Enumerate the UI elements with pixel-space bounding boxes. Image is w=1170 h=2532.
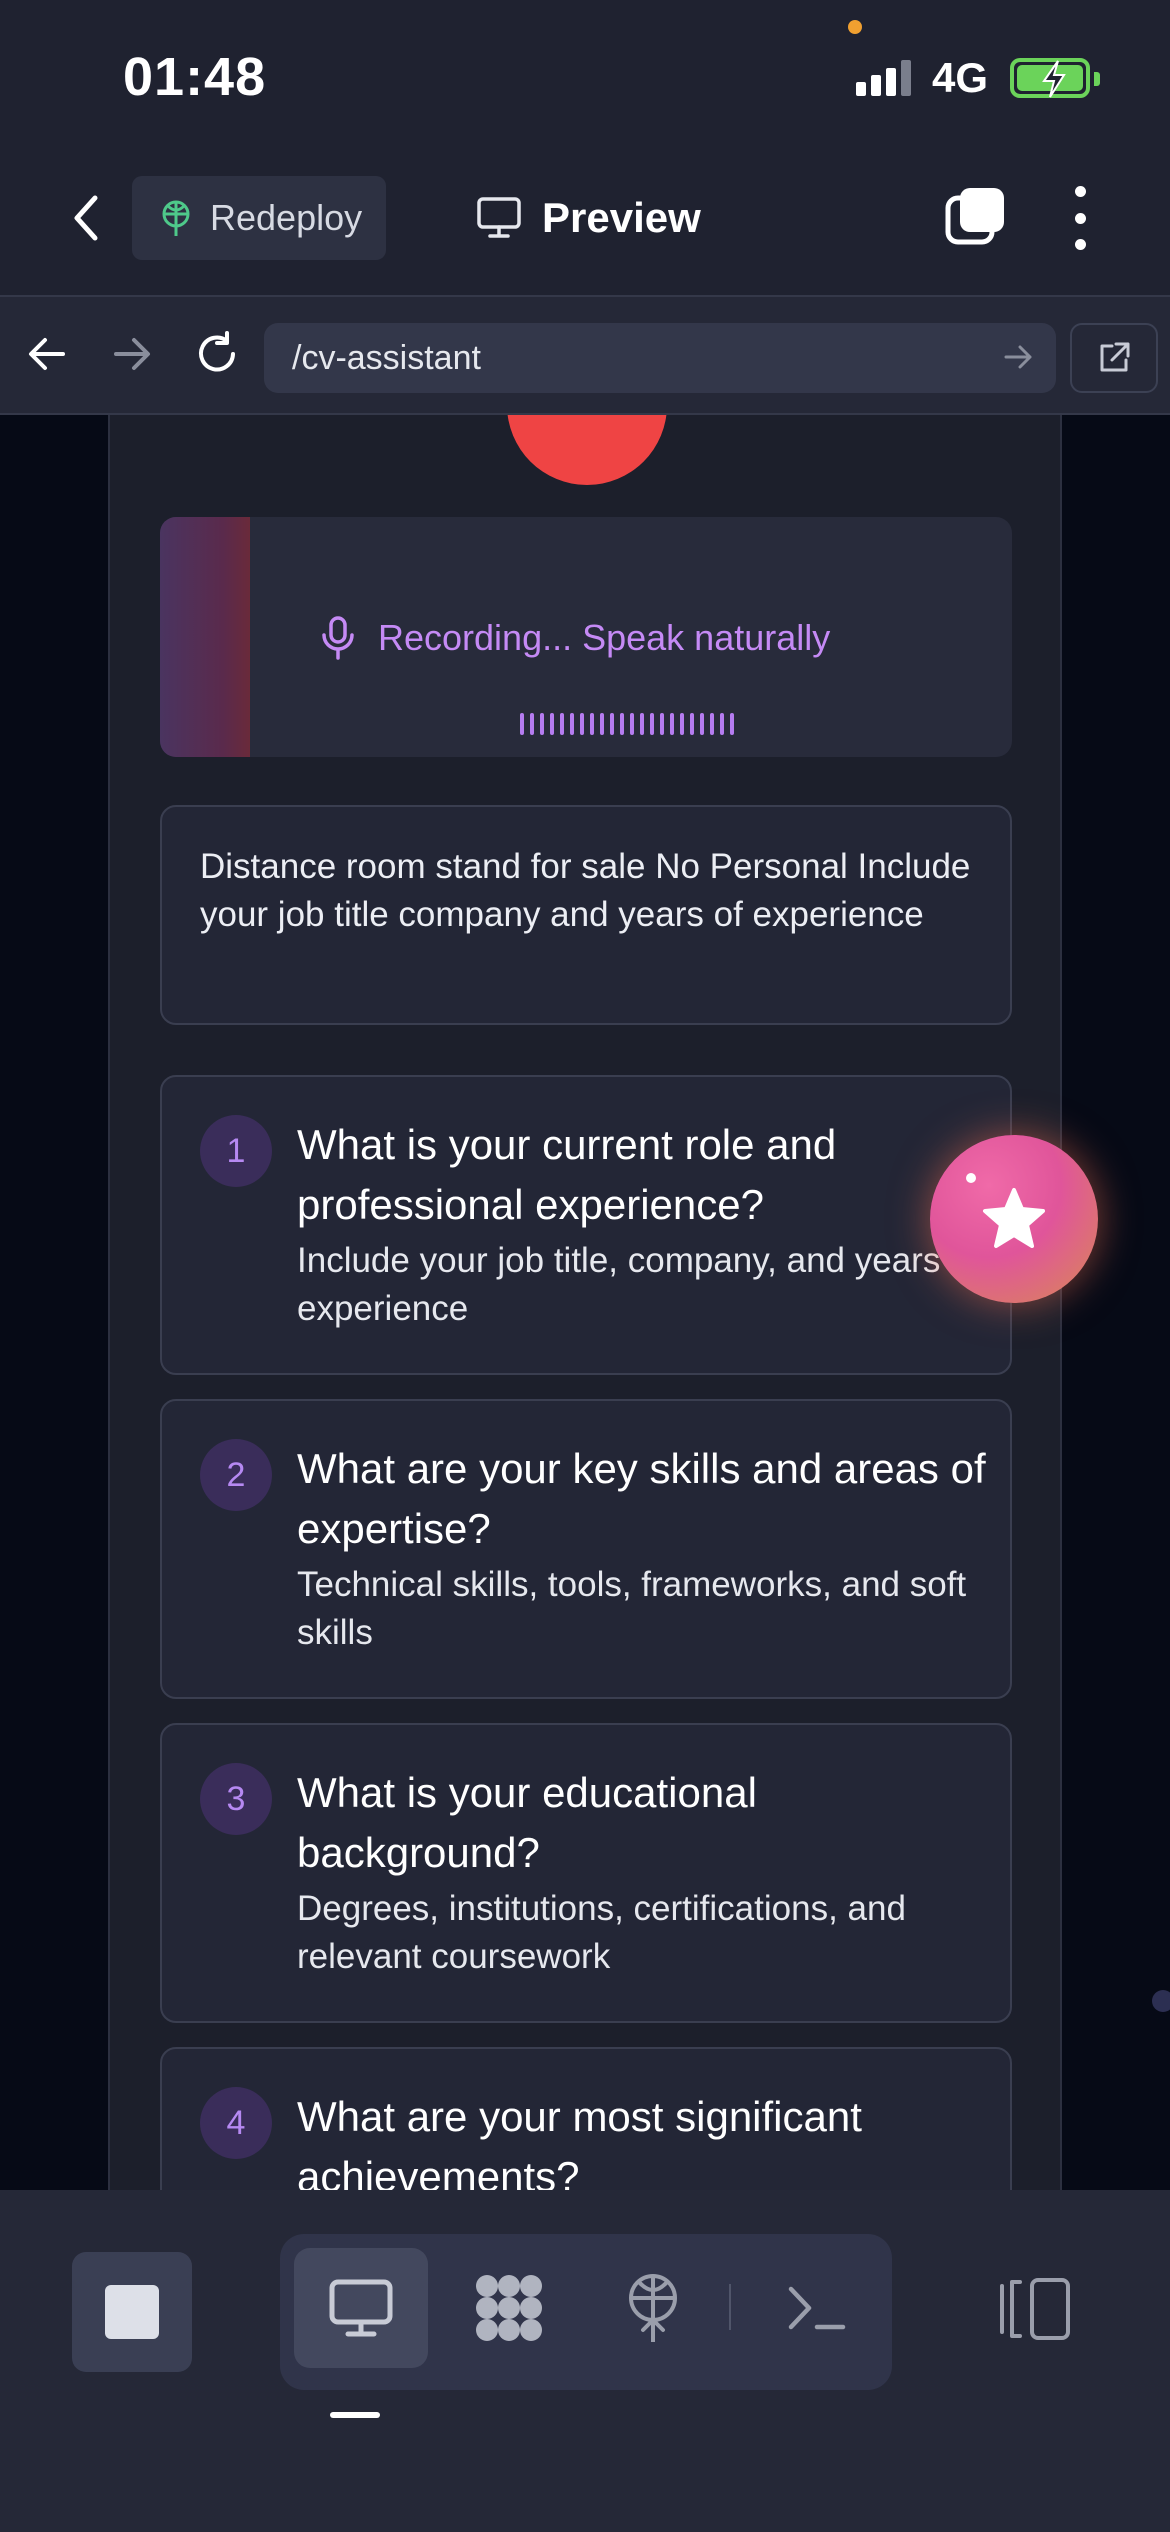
question-title: What are your key skills and areas of ex… xyxy=(297,1445,986,1552)
url-bar[interactable]: /cv-assistant xyxy=(264,323,1056,393)
web-viewport: Recording... Speak naturally Distance ro… xyxy=(0,415,1170,2190)
recording-status: Recording... Speak naturally xyxy=(320,613,830,663)
browser-bar: /cv-assistant xyxy=(0,295,1170,415)
bottom-toolbar xyxy=(0,2190,1170,2532)
question-description: Degrees, institutions, certifications, a… xyxy=(297,1889,906,1976)
preview-frame: Recording... Speak naturally Distance ro… xyxy=(108,415,1062,2190)
question-number: 4 xyxy=(200,2087,272,2159)
arrow-right-icon xyxy=(114,338,150,370)
network-type: 4G xyxy=(932,54,989,101)
question-description: Technical skills, tools, frameworks, and… xyxy=(297,1565,967,1652)
question-card[interactable]: 3 What is your educational background? D… xyxy=(160,1723,1012,2023)
open-external-button[interactable] xyxy=(1070,323,1158,393)
question-card[interactable]: 2 What are your key skills and areas of … xyxy=(160,1399,1012,1699)
transcript-text: Distance room stand for sale No Personal… xyxy=(200,847,971,934)
arrow-left-icon xyxy=(29,338,65,370)
reload-icon xyxy=(199,331,235,372)
redeploy-label: Redeploy xyxy=(210,197,363,238)
grid-dots-icon xyxy=(476,2275,542,2341)
deploy-globe-icon xyxy=(629,2274,677,2342)
stop-button[interactable] xyxy=(72,2252,192,2372)
go-arrow-icon[interactable] xyxy=(1002,340,1036,374)
side-panel-icon xyxy=(1000,2278,1070,2340)
browser-back-button[interactable] xyxy=(20,327,74,381)
chevron-left-icon xyxy=(74,195,98,241)
microphone-icon xyxy=(322,616,354,660)
more-vertical-icon xyxy=(1074,186,1086,197)
recording-card: Recording... Speak naturally xyxy=(160,517,1012,757)
question-card[interactable]: 4 What are your most significant achieve… xyxy=(160,2047,1012,2190)
deploy-globe-icon xyxy=(162,200,190,236)
stop-icon xyxy=(105,2285,159,2339)
preview-label: Preview xyxy=(542,194,701,241)
terminal-icon xyxy=(788,2286,846,2330)
cellular-signal-icon xyxy=(856,60,914,96)
deploy-tab[interactable] xyxy=(586,2248,720,2368)
toolbar-divider xyxy=(729,2284,731,2330)
question-number: 2 xyxy=(200,1439,272,1511)
question-number: 3 xyxy=(200,1763,272,1835)
active-tab-indicator xyxy=(330,2412,380,2418)
browser-forward-button[interactable] xyxy=(105,327,159,381)
transcript-card: Distance room stand for sale No Personal… xyxy=(160,805,1012,1025)
desktop-preview-tab[interactable] xyxy=(294,2248,428,2368)
external-link-icon xyxy=(1100,342,1130,372)
question-title: What is your educational background? xyxy=(297,1769,757,1876)
terminal-tab[interactable] xyxy=(750,2248,884,2368)
scroll-handle[interactable] xyxy=(1152,1990,1170,2012)
tabs-button[interactable] xyxy=(944,186,1006,248)
battery-charging-icon xyxy=(1010,58,1100,98)
audio-waveform xyxy=(520,713,734,735)
tabs-icon xyxy=(945,188,1004,245)
app-header: Redeploy Preview xyxy=(0,150,1170,295)
question-card[interactable]: 1 What is your current role and professi… xyxy=(160,1075,1012,1375)
record-stop-button[interactable] xyxy=(507,415,667,485)
question-title: What is your current role and profession… xyxy=(297,1121,837,1228)
back-button[interactable] xyxy=(60,188,112,248)
desktop-preview-icon xyxy=(329,2279,393,2337)
question-number: 1 xyxy=(200,1115,272,1187)
view-switcher xyxy=(280,2234,892,2390)
desktop-icon xyxy=(477,197,521,238)
sparkle-icon xyxy=(966,1173,976,1183)
status-time: 01:48 xyxy=(123,47,267,107)
star-icon xyxy=(983,1188,1045,1248)
reload-button[interactable] xyxy=(190,327,244,381)
favorite-fab[interactable] xyxy=(930,1135,1098,1303)
question-title: What are your most significant achieveme… xyxy=(297,2093,862,2190)
recording-accent-strip xyxy=(160,517,250,757)
status-bar: 01:48 4G xyxy=(0,0,1170,150)
side-panel-button[interactable] xyxy=(996,2274,1076,2344)
workspace-tab[interactable] xyxy=(442,2248,576,2368)
redeploy-button[interactable]: Redeploy xyxy=(132,176,386,260)
app-screen: 01:48 4G Redeploy Preview /cv-assistant … xyxy=(0,0,1170,2532)
url-text: /cv-assistant xyxy=(292,338,481,377)
recording-label: Recording... Speak naturally xyxy=(378,617,831,658)
privacy-indicator-dot xyxy=(848,20,862,34)
question-description: Include your job title, company, and yea… xyxy=(297,1241,980,1328)
preview-title: Preview xyxy=(476,186,701,250)
more-options-button[interactable] xyxy=(1062,186,1098,250)
